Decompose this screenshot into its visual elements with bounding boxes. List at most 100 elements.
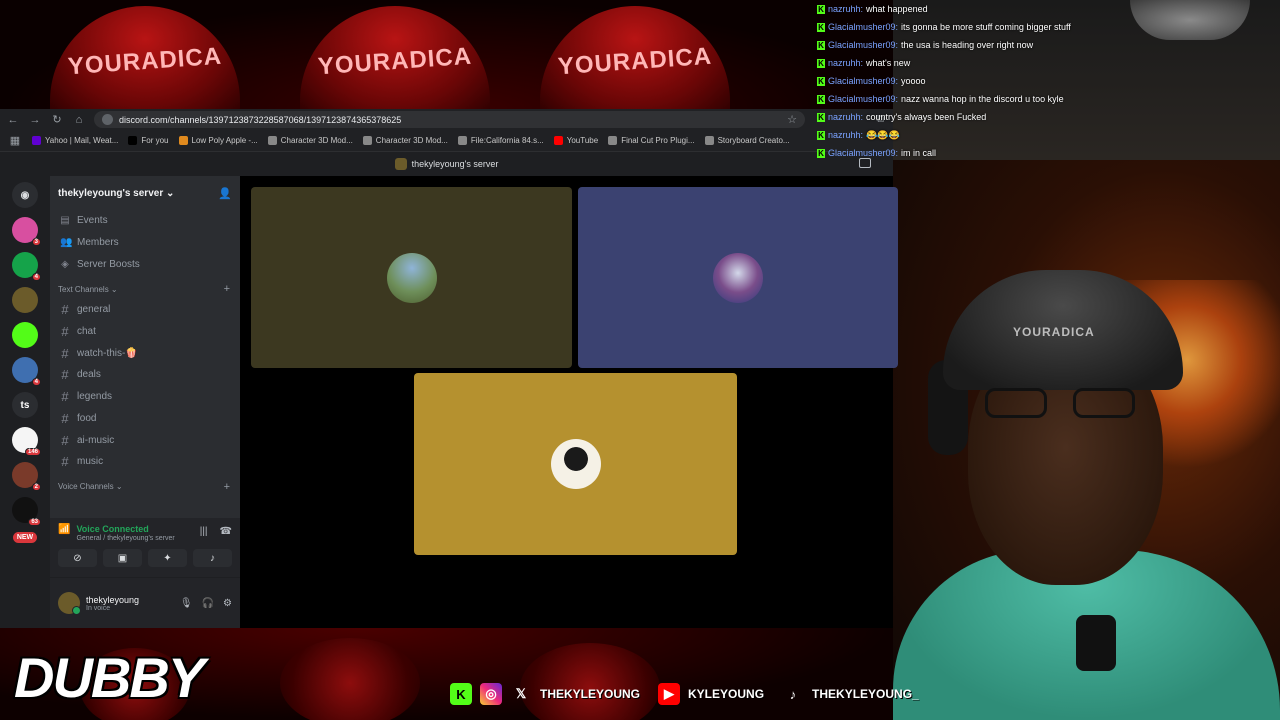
participant-tile[interactable] (578, 187, 898, 368)
chat-username: Glacialmusher09: (828, 22, 899, 32)
cap-graphic: YOURADICA (540, 6, 730, 110)
bookmark-favicon-icon (553, 136, 563, 145)
participant-tile[interactable] (251, 187, 572, 368)
channel-item[interactable]: # watch-this-🍿 (56, 342, 234, 364)
server-icon[interactable] (12, 322, 38, 348)
home-icon[interactable]: ⌂ (72, 114, 86, 126)
bookmark-item[interactable]: YouTube (553, 136, 598, 145)
bookmark-favicon-icon (178, 136, 188, 145)
chat-username: nazruhh: (828, 4, 864, 14)
server-icon[interactable]: 3 (12, 217, 41, 246)
invite-icon[interactable]: 👤 (218, 187, 232, 200)
channel-list: ▤ Events 👥 Members ◈ Server Boosts Text Channe… (50, 210, 240, 497)
participant-tile[interactable] (414, 373, 737, 555)
channel-item[interactable]: # ai-music (56, 429, 234, 451)
bookmark-item[interactable]: Low Poly Apple -... (178, 136, 258, 145)
nav-item-members[interactable]: 👥 Members (56, 232, 234, 254)
nav-item-events[interactable]: ▤ Events (56, 210, 234, 232)
reload-icon[interactable]: ↻ (50, 113, 64, 126)
unread-badge: 2 (31, 483, 41, 491)
instagram-icon: ◎ (480, 683, 502, 705)
server-icon[interactable]: 4 (12, 357, 41, 386)
kick-icon: K (817, 148, 825, 158)
user-status: In voice (86, 604, 111, 612)
window-title: thekyleyoung's server (411, 159, 499, 169)
chat-message: K Glacialmusher09: nazz wanna hop in the d… (817, 90, 1157, 108)
kick-icon: K (450, 683, 472, 705)
chat-message: K Glacialmusher09: im in call (817, 144, 1157, 162)
avatar[interactable] (58, 592, 81, 615)
voice-connection-panel: 📶 Voice Connected General / thekyleyoung… (50, 518, 240, 578)
unread-badge: 4 (31, 273, 41, 281)
bookmark-item[interactable]: Character 3D Mod... (267, 136, 353, 145)
category-text-channels[interactable]: Text Channels ⌄ + (56, 279, 234, 299)
add-channel-icon[interactable]: + (224, 283, 230, 295)
chat-username: nazruhh: (828, 58, 864, 68)
signal-icon[interactable]: 📶 (58, 524, 70, 535)
chat-username: nazruhh: (828, 130, 864, 140)
settings-gear-icon[interactable]: ⚙ (223, 598, 232, 609)
server-icon[interactable]: 146 (12, 427, 41, 456)
camera-button[interactable]: ⊘ (58, 549, 97, 567)
bookmark-star-icon[interactable]: ☆ (787, 113, 797, 126)
voice-location[interactable]: General / thekyleyoung's server (76, 535, 174, 542)
bookmark-item[interactable]: Character 3D Mod... (362, 136, 448, 145)
hash-icon: # (61, 410, 69, 426)
bookmark-item[interactable]: For you (128, 136, 169, 145)
discord-home-icon[interactable]: ◉ (12, 182, 38, 208)
server-icon[interactable]: 4 (12, 252, 41, 281)
channel-item[interactable]: # legends (56, 386, 234, 408)
calendar-icon: ▤ (60, 215, 70, 227)
user-panel: thekyleyoung In voice 🎙 🎧 ⚙ (50, 578, 240, 628)
screen-share-button[interactable]: ▣ (103, 549, 142, 567)
server-header[interactable]: thekyleyoung's server ⌄ 👤 (50, 176, 240, 210)
youtube-icon: ▶ (658, 683, 681, 705)
channel-item[interactable]: # music (56, 451, 234, 473)
discord-app: ◉ 3 4 4 ts 146 2 63 NEW thekyleyoung's server ⌄ … (0, 176, 898, 628)
back-icon[interactable]: ← (6, 114, 20, 126)
soundboard-button[interactable]: ♪ (193, 549, 232, 567)
channel-sidebar: thekyleyoung's server ⌄ 👤 ▤ Events 👥 Member… (50, 176, 240, 628)
bookmark-item[interactable]: Storyboard Creato... (704, 136, 790, 145)
chat-text: im in call (901, 148, 937, 158)
disconnect-icon[interactable]: ☎ (220, 526, 232, 537)
participant-avatar (713, 252, 763, 303)
channel-item[interactable]: # food (56, 408, 234, 430)
browser-window: ← → ↻ ⌂ discord.com/channels/13971238732… (0, 109, 898, 628)
server-icon[interactable]: 2 (12, 462, 41, 491)
add-channel-icon[interactable]: + (224, 481, 230, 493)
cap-text: YOURADICA (557, 42, 713, 81)
server-ts[interactable]: ts (12, 392, 38, 418)
social-handle: THEKYLEYOUNG (540, 687, 641, 701)
noise-suppression-icon[interactable]: ||| (200, 526, 208, 537)
server-icon[interactable] (12, 287, 38, 313)
chat-username: Glacialmusher09: (828, 94, 899, 104)
hash-icon: # (61, 302, 69, 318)
bookmark-favicon-icon (704, 136, 714, 145)
channel-item[interactable]: # general (56, 299, 234, 321)
channel-item[interactable]: # chat (56, 321, 234, 343)
bookmark-item[interactable]: File:California 84.s... (457, 136, 544, 145)
bookmark-favicon-icon (362, 136, 372, 145)
server-icon[interactable]: 63 (12, 497, 41, 526)
forward-icon[interactable]: → (28, 114, 42, 126)
mic-icon[interactable]: 🎙 (180, 598, 193, 609)
channel-item[interactable]: # deals (56, 364, 234, 386)
x-icon: 𝕏 (515, 686, 527, 701)
bookmark-item[interactable]: Yahoo | Mail, Weat... (32, 136, 118, 145)
headphones-icon[interactable]: 🎧 (202, 598, 214, 609)
bookmark-item[interactable]: Final Cut Pro Plugi... (608, 136, 695, 145)
nav-item-server-boosts[interactable]: ◈ Server Boosts (56, 253, 234, 275)
chat-message: K Glacialmusher09: its gonna be more stuff… (817, 18, 1157, 36)
unread-badge: 63 (28, 518, 41, 526)
address-input[interactable]: discord.com/channels/1397123873228587068… (94, 111, 805, 128)
lapel-mic (1076, 615, 1116, 671)
hash-icon: # (61, 367, 69, 383)
apps-icon[interactable]: ▦ (8, 134, 22, 147)
site-info-icon[interactable] (102, 114, 113, 125)
voice-status: Voice Connected (76, 524, 149, 534)
chat-text: its gonna be more stuff coming bigger st… (901, 22, 1071, 32)
category-voice-channels[interactable]: Voice Channels ⌄ + (56, 477, 234, 497)
activities-button[interactable]: ✦ (148, 549, 187, 567)
unread-badge: 4 (31, 378, 41, 386)
